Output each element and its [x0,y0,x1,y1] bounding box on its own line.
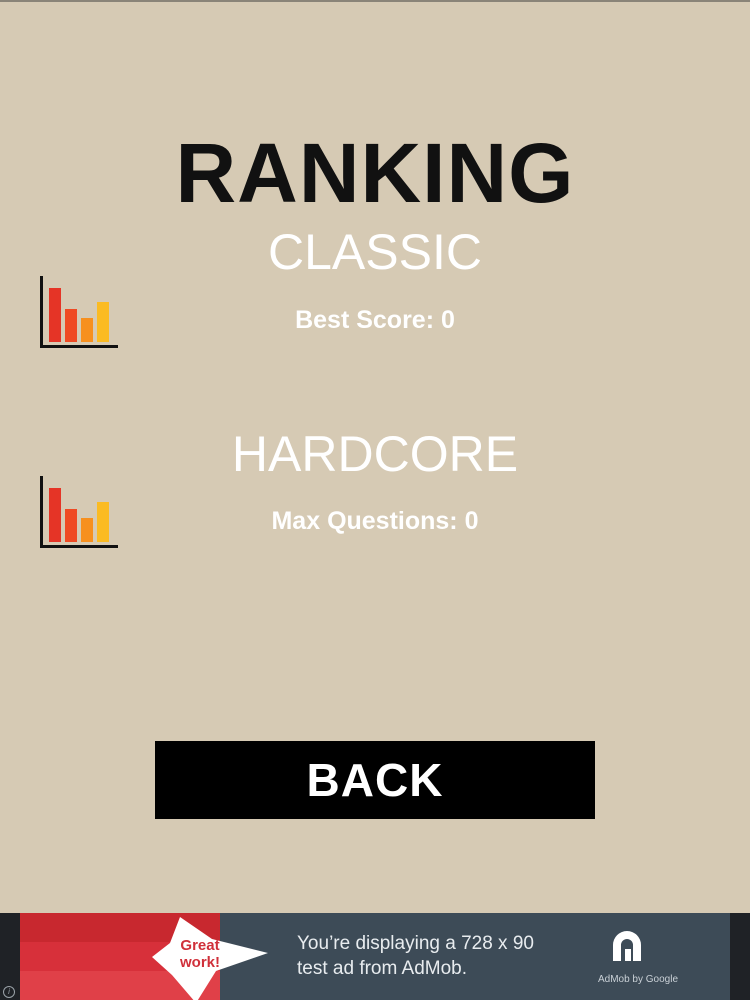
max-questions-value: 0 [464,507,479,535]
ad-badge-line-1: Great [180,937,220,954]
ad-banner[interactable]: Great work! You’re displaying a 728 x 90… [0,913,750,1000]
ad-creative[interactable]: Great work! You’re displaying a 728 x 90… [20,913,730,1000]
best-score-stat: Best Score: 0 [0,305,750,335]
best-score-value: 0 [441,306,455,334]
ranking-screen: RANKING CLASSIC Best Score: 0 HARDCORE Ma… [0,0,750,1000]
ad-message: You’re displaying a 728 x 90 test ad fro… [297,931,597,981]
back-button[interactable]: BACK [155,741,595,819]
top-divider [0,0,750,2]
page-title: RANKING [175,126,575,220]
ad-brand-label: AdMob by Google [597,974,679,985]
ad-badge-line-2: work! [179,954,220,971]
ad-star-graphic [20,913,268,1000]
ad-message-line-2: test ad from AdMob. [297,958,468,979]
ad-message-line-1: You’re displaying a 728 x 90 [297,933,534,954]
mode-title-hardcore: HARDCORE [231,426,519,482]
ad-info-icon[interactable]: i [3,986,15,998]
admob-logo-icon [613,931,641,961]
best-score-label: Best Score: [295,306,435,334]
max-questions-stat: Max Questions: 0 [0,506,750,536]
ad-badge-text: Great work! [170,937,230,971]
max-questions-label: Max Questions: [271,507,458,535]
mode-title-classic: CLASSIC [268,224,482,280]
